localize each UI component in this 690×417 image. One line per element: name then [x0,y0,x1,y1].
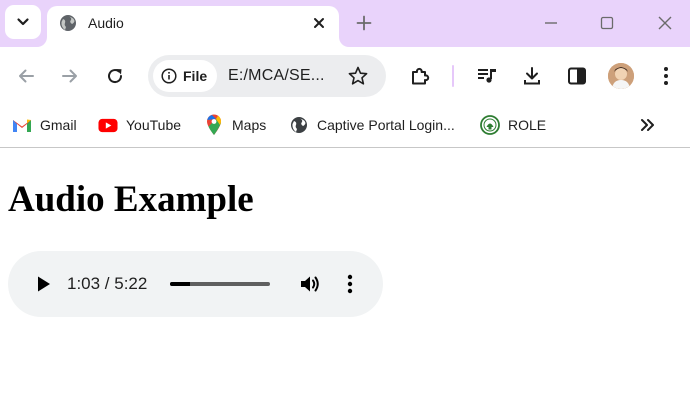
bookmark-label: Captive Portal Login... [317,117,455,133]
forward-button[interactable] [58,64,82,88]
audio-player[interactable]: 1:03 / 5:22 [8,251,383,317]
bookmark-star-icon[interactable] [347,65,369,87]
toolbar-divider [452,65,454,87]
chevron-down-icon [17,18,29,26]
bookmark-label: Gmail [40,117,77,133]
url-text[interactable]: E:/MCA/SE... [228,67,325,85]
seek-slider[interactable] [170,282,270,286]
bookmarks-overflow-icon[interactable] [638,115,658,135]
seek-progress [170,282,190,286]
arrow-right-icon [62,69,77,83]
minimize-button[interactable] [540,12,562,34]
side-panel-icon [568,67,586,85]
close-icon [658,16,672,30]
tab-close-button[interactable] [309,13,329,33]
gmail-icon [12,115,32,135]
media-controls-button[interactable] [475,64,499,88]
puzzle-icon [412,67,430,85]
downloads-button[interactable] [520,64,544,88]
more-vertical-icon[interactable] [340,272,360,296]
download-icon [524,67,540,85]
bookmarks-bar: Gmail YouTube Maps Captive Portal Login.… [0,105,690,148]
info-icon [161,68,177,84]
page-content: Audio Example 1:03 / 5:22 [0,149,690,417]
tab-search-button[interactable] [5,5,41,39]
tab-strip: Audio [0,0,690,47]
page-heading: Audio Example [8,179,254,220]
close-window-button[interactable] [654,12,676,34]
close-icon [314,18,324,28]
more-vertical-icon [664,67,668,85]
bookmark-label: YouTube [126,117,182,133]
side-panel-button[interactable] [565,64,589,88]
maximize-icon [600,16,614,30]
reload-icon [108,69,123,84]
chrome-menu-button[interactable] [654,64,678,88]
site-info-chip[interactable]: File [153,60,217,92]
play-icon[interactable] [32,273,54,295]
role-icon [480,115,500,135]
reload-button[interactable] [103,64,127,88]
avatar-photo [608,63,634,89]
bookmark-label: ROLE [508,117,547,133]
profile-avatar[interactable] [608,63,634,89]
youtube-icon [98,115,118,135]
maximize-button[interactable] [596,12,618,34]
extensions-button[interactable] [408,64,432,88]
arrow-left-icon [19,69,34,83]
bookmark-role[interactable]: ROLE [480,114,546,136]
globe-icon [60,15,76,31]
back-button[interactable] [14,64,38,88]
maps-icon [204,114,224,135]
bookmark-label: Maps [232,117,267,133]
bookmark-gmail[interactable]: Gmail [12,114,77,136]
minimize-icon [545,22,557,24]
toolbar: File E:/MCA/SE... [0,47,690,105]
active-tab[interactable]: Audio [47,6,339,47]
volume-icon[interactable] [298,272,322,296]
new-tab-button[interactable] [353,12,375,34]
playback-time: 1:03 / 5:22 [67,274,148,293]
queue-music-icon [478,69,496,83]
bookmark-captive-portal[interactable]: Captive Portal Login... [289,114,455,136]
site-info-label: File [183,68,208,84]
address-bar[interactable]: File E:/MCA/SE... [148,55,386,97]
globe-icon [289,115,309,135]
bookmark-youtube[interactable]: YouTube [98,114,181,136]
tab-title: Audio [88,15,124,31]
bookmark-maps[interactable]: Maps [204,114,266,136]
plus-icon [356,15,372,31]
